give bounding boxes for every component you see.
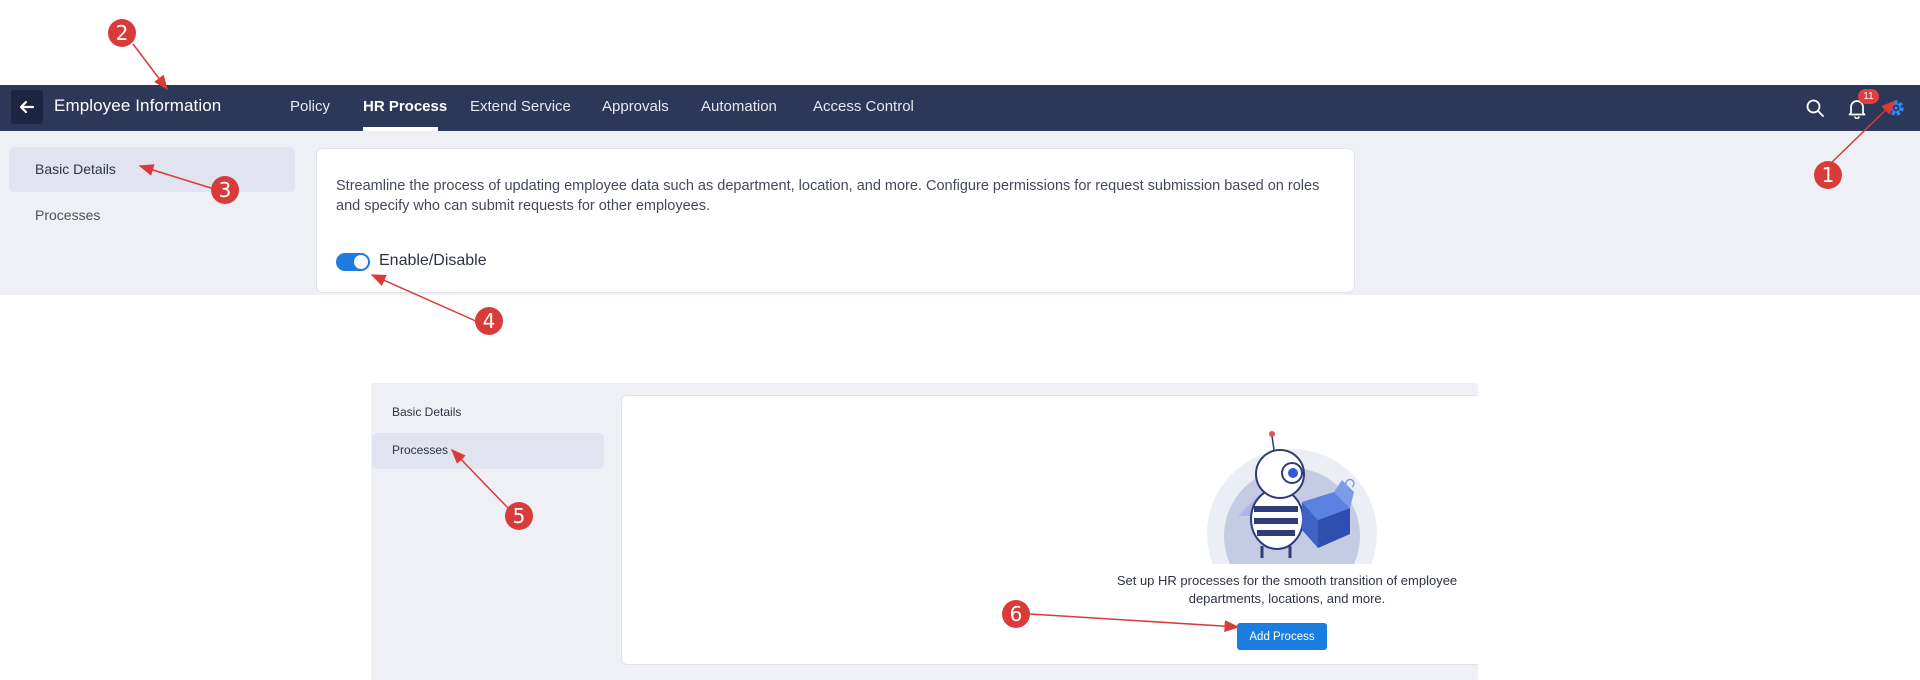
callout-badge-4: 4 [475,307,503,335]
notification-count-badge: 11 [1858,89,1879,104]
tab-automation[interactable]: Automation [701,98,777,115]
back-button[interactable] [11,90,43,124]
callout-badge-6: 6 [1002,600,1030,628]
search-icon[interactable] [1804,97,1826,119]
callout-badge-5: 5 [505,502,533,530]
add-process-button[interactable]: Add Process [1237,623,1327,650]
callout-badge-3: 3 [211,176,239,204]
empty-state-message: Set up HR processes for the smooth trans… [1116,573,1458,606]
sidebar-item-basic-details[interactable]: Basic Details [35,161,116,177]
enable-toggle[interactable] [336,253,370,271]
tab-policy[interactable]: Policy [290,98,330,115]
top-navigation-bar: Employee Information Policy HR Process E… [0,85,1920,131]
tab-hr-process[interactable]: HR Process [363,98,447,115]
processes-empty-card: Set up HR processes for the smooth trans… [621,395,1478,665]
tab-approvals[interactable]: Approvals [602,98,669,115]
sidebar-item-processes-bottom[interactable]: Processes [392,443,448,457]
toggle-label: Enable/Disable [379,252,487,269]
robot-box-illustration [1207,431,1377,564]
basic-details-card: Streamline the process of updating emplo… [316,148,1355,293]
sidebar-item-processes[interactable]: Processes [35,207,100,223]
tab-access-control[interactable]: Access Control [813,98,914,115]
toggle-knob [354,255,368,269]
sidebar-item-basic-details-bottom[interactable]: Basic Details [392,405,461,419]
back-arrow-icon [19,100,35,114]
processes-panel: Basic Details Processes Set up HR proces… [371,383,1478,680]
callout-badge-1: 1 [1814,161,1842,189]
tab-extend-service[interactable]: Extend Service [470,98,571,115]
page-title: Employee Information [54,96,222,115]
top-content-area: Basic Details Processes Streamline the p… [0,131,1920,295]
callout-badge-2: 2 [108,19,136,47]
gear-icon[interactable] [1885,97,1907,119]
card-description: Streamline the process of updating emplo… [336,178,1320,214]
